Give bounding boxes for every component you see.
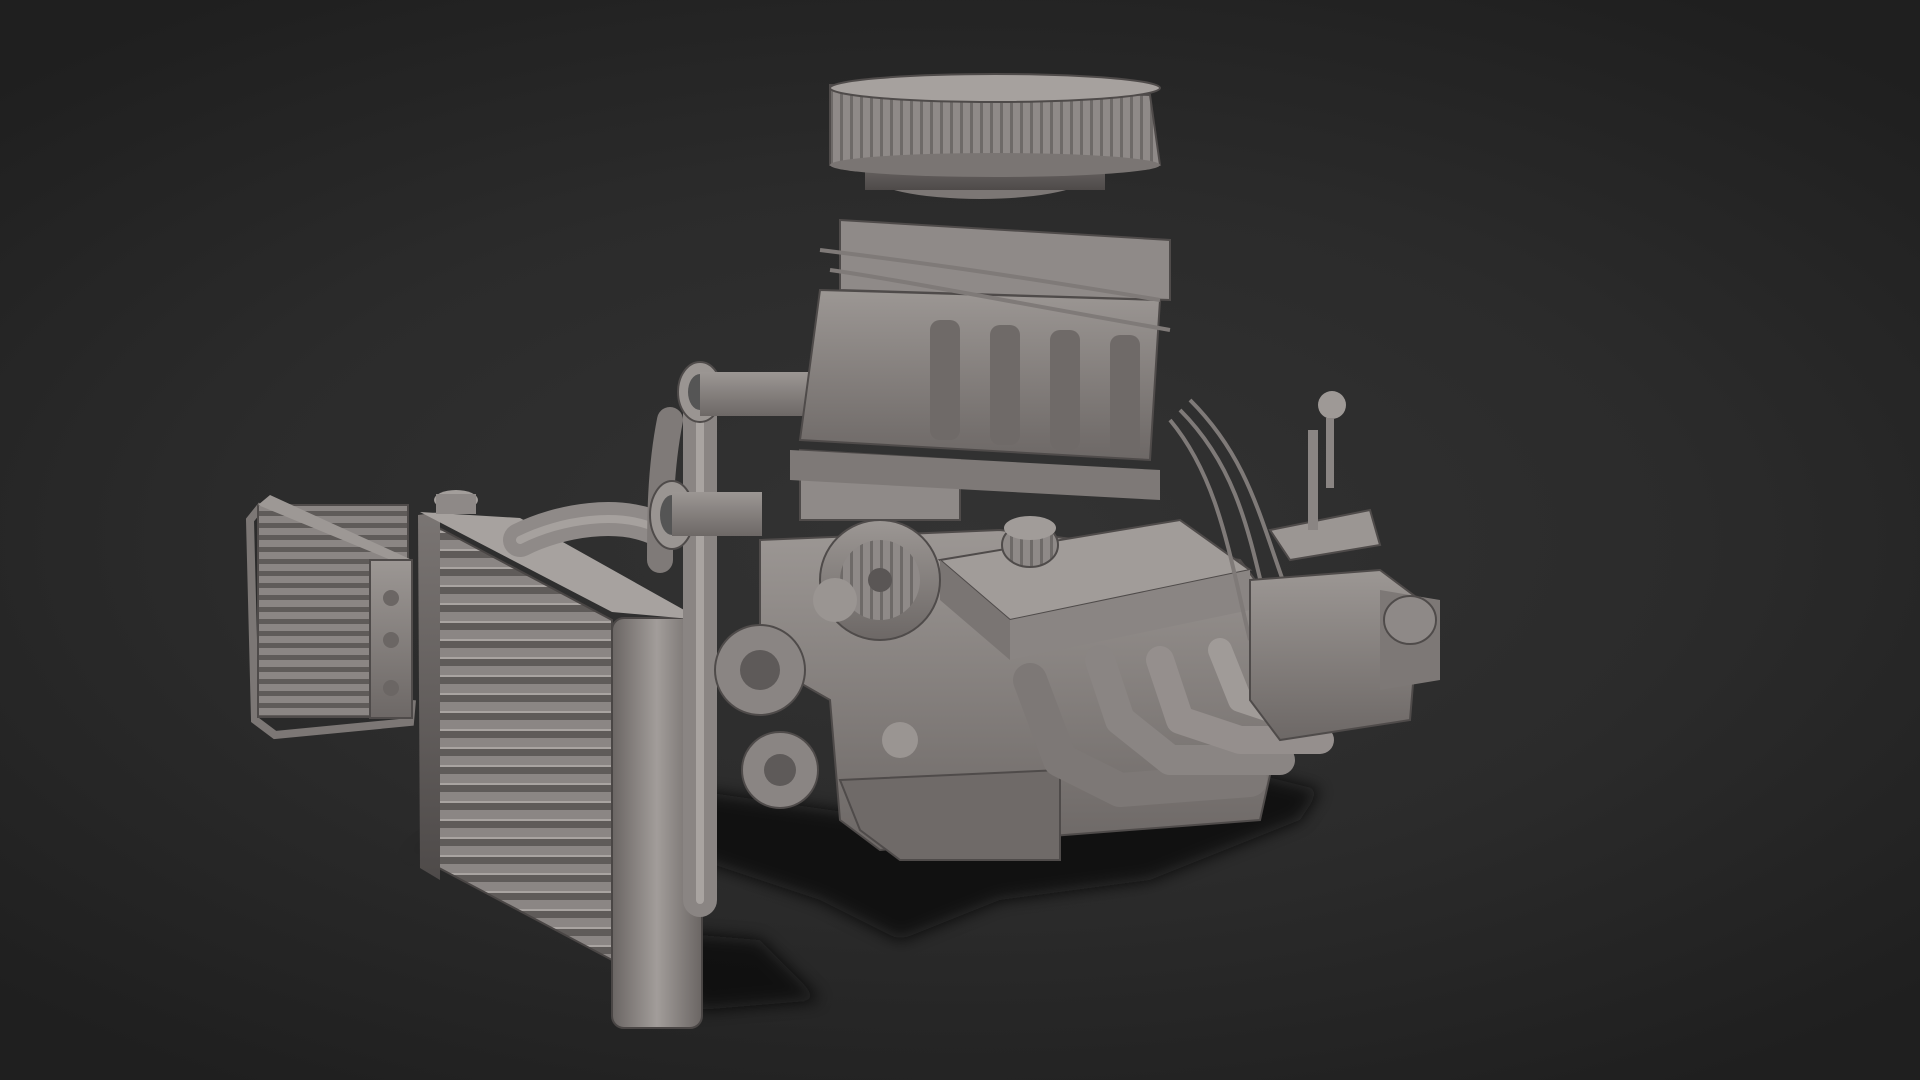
oil-cooler: [245, 495, 416, 740]
breather-icon: [1001, 516, 1059, 568]
gear-shifter: [1268, 391, 1382, 562]
transmission: [1249, 568, 1440, 742]
air-cleaner: [829, 73, 1162, 199]
engine-scene: [245, 73, 1440, 1029]
supercharger: [790, 218, 1171, 500]
3d-viewport[interactable]: [0, 0, 1920, 1080]
